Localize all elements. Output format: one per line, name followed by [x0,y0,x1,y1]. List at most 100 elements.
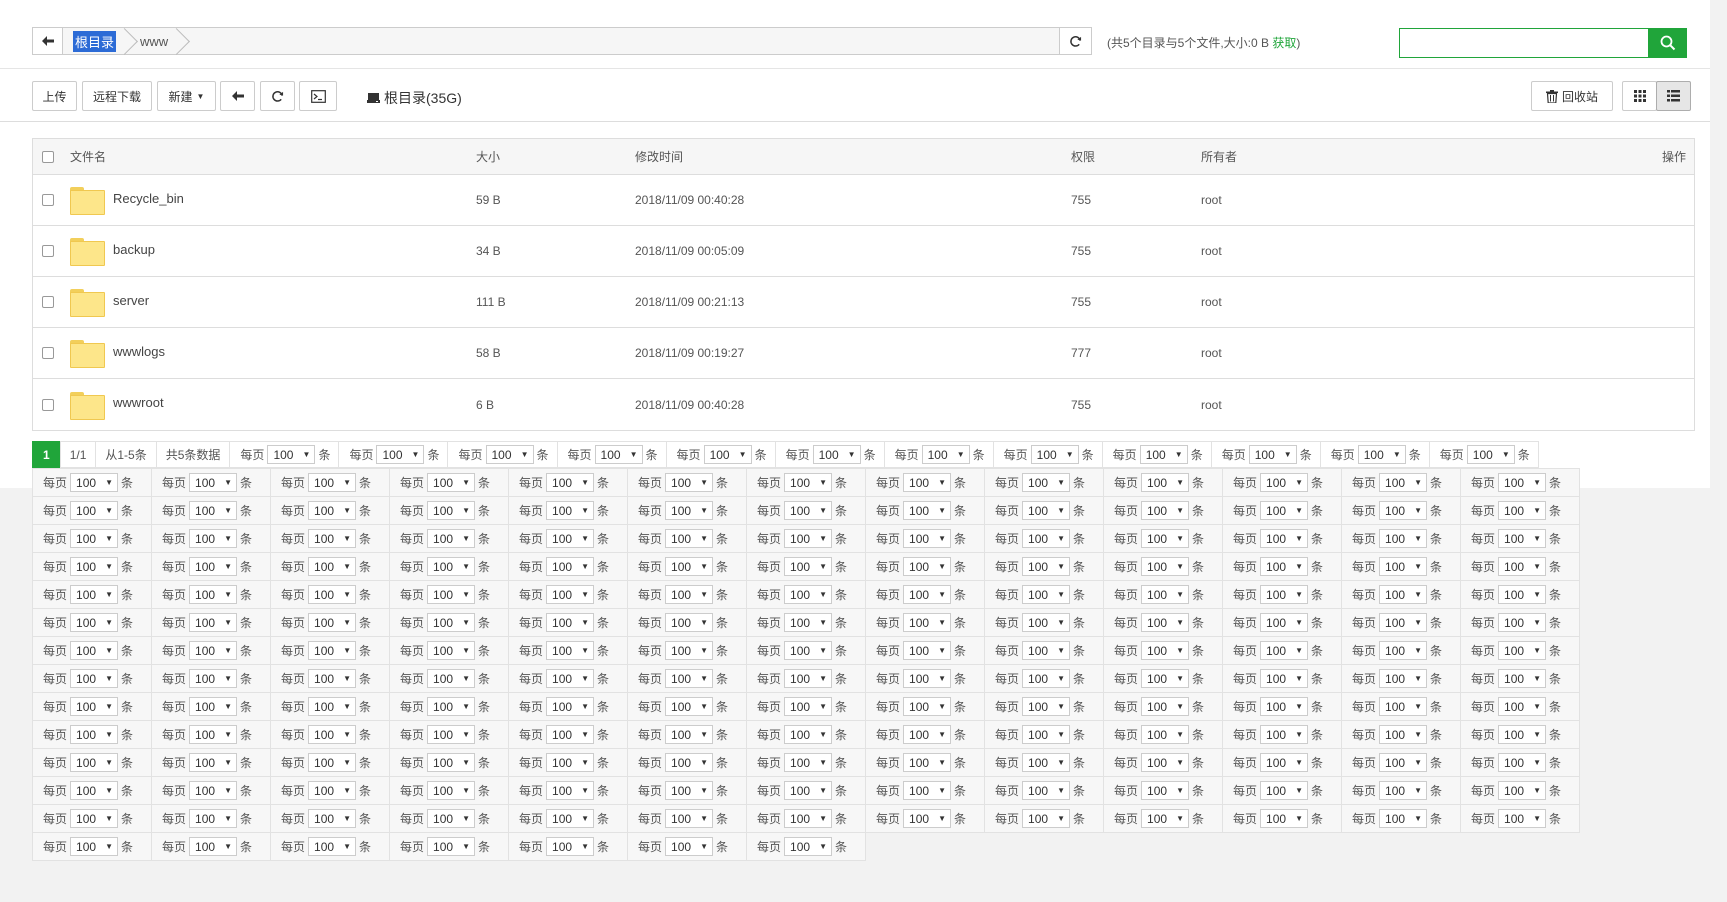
per-page-select[interactable]: 100 ▼ [1260,641,1309,660]
per-page-select[interactable]: 100 ▼ [546,613,595,632]
per-page-select[interactable]: 100 ▼ [1022,585,1071,604]
table-row[interactable]: server 111 B 2018/11/09 00:21:13 755 root [33,277,1694,328]
per-page-select[interactable]: 100 ▼ [903,557,952,576]
per-page-select[interactable]: 100 ▼ [189,585,238,604]
per-page-select[interactable]: 100 ▼ [1357,445,1406,464]
per-page-select[interactable]: 100 ▼ [485,445,534,464]
per-page-select[interactable]: 100 ▼ [903,473,952,492]
header-mtime[interactable]: 修改时间 [635,148,683,165]
new-button[interactable]: 新建 ▼ [157,81,216,111]
per-page-select[interactable]: 100 ▼ [70,501,119,520]
file-name[interactable]: server [113,293,149,308]
select-all-checkbox[interactable] [42,150,54,163]
per-page-select[interactable]: 100 ▼ [308,557,357,576]
per-page-select[interactable]: 100 ▼ [903,501,952,520]
file-perm[interactable]: 777 [1071,346,1091,360]
search-input[interactable] [1399,28,1649,58]
per-page-select[interactable]: 100 ▼ [784,641,833,660]
per-page-select[interactable]: 100 ▼ [70,585,119,604]
per-page-select[interactable]: 100 ▼ [308,473,357,492]
file-name-cell[interactable]: Recycle_bin [70,187,184,215]
per-page-select[interactable]: 100 ▼ [1498,473,1547,492]
per-page-select[interactable]: 100 ▼ [1022,669,1071,688]
per-page-select[interactable]: 100 ▼ [1139,445,1188,464]
per-page-select[interactable]: 100 ▼ [308,613,357,632]
per-page-select[interactable]: 100 ▼ [1498,669,1547,688]
per-page-select[interactable]: 100 ▼ [427,809,476,828]
per-page-select[interactable]: 100 ▼ [70,697,119,716]
per-page-select[interactable]: 100 ▼ [376,445,425,464]
per-page-select[interactable]: 100 ▼ [1022,473,1071,492]
per-page-select[interactable]: 100 ▼ [1379,557,1428,576]
per-page-select[interactable]: 100 ▼ [70,641,119,660]
per-page-select[interactable]: 100 ▼ [189,837,238,856]
per-page-select[interactable]: 100 ▼ [1141,781,1190,800]
per-page-select[interactable]: 100 ▼ [1260,529,1309,548]
per-page-select[interactable]: 100 ▼ [784,501,833,520]
file-name[interactable]: wwwlogs [113,344,165,359]
per-page-select[interactable]: 100 ▼ [665,809,714,828]
per-page-select[interactable]: 100 ▼ [427,529,476,548]
table-row[interactable]: wwwroot 6 B 2018/11/09 00:40:28 755 root [33,379,1694,430]
per-page-select[interactable]: 100 ▼ [1379,725,1428,744]
per-page-select[interactable]: 100 ▼ [903,585,952,604]
per-page-select[interactable]: 100 ▼ [308,809,357,828]
per-page-select[interactable]: 100 ▼ [903,529,952,548]
per-page-select[interactable]: 100 ▼ [546,669,595,688]
per-page-select[interactable]: 100 ▼ [1498,557,1547,576]
per-page-select[interactable]: 100 ▼ [546,529,595,548]
refresh-button[interactable] [260,81,295,111]
per-page-select[interactable]: 100 ▼ [189,501,238,520]
per-page-select[interactable]: 100 ▼ [427,669,476,688]
file-name-cell[interactable]: wwwlogs [70,340,165,368]
file-perm[interactable]: 755 [1071,295,1091,309]
per-page-select[interactable]: 100 ▼ [427,837,476,856]
table-row[interactable]: wwwlogs 58 B 2018/11/09 00:19:27 777 root [33,328,1694,379]
per-page-select[interactable]: 100 ▼ [546,641,595,660]
per-page-select[interactable]: 100 ▼ [1141,501,1190,520]
per-page-select[interactable]: 100 ▼ [546,781,595,800]
per-page-select[interactable]: 100 ▼ [1248,445,1297,464]
per-page-select[interactable]: 100 ▼ [189,557,238,576]
per-page-select[interactable]: 100 ▼ [1260,725,1309,744]
per-page-select[interactable]: 100 ▼ [784,557,833,576]
per-page-select[interactable]: 100 ▼ [308,529,357,548]
per-page-select[interactable]: 100 ▼ [427,501,476,520]
per-page-select[interactable]: 100 ▼ [665,781,714,800]
per-page-select[interactable]: 100 ▼ [1141,613,1190,632]
per-page-select[interactable]: 100 ▼ [1498,697,1547,716]
per-page-select[interactable]: 100 ▼ [189,809,238,828]
per-page-select[interactable]: 100 ▼ [665,613,714,632]
per-page-select[interactable]: 100 ▼ [546,585,595,604]
per-page-select[interactable]: 100 ▼ [1466,445,1515,464]
per-page-select[interactable]: 100 ▼ [427,641,476,660]
per-page-select[interactable]: 100 ▼ [1260,501,1309,520]
per-page-select[interactable]: 100 ▼ [546,473,595,492]
per-page-select[interactable]: 100 ▼ [427,613,476,632]
per-page-select[interactable]: 100 ▼ [1260,781,1309,800]
per-page-select[interactable]: 100 ▼ [784,473,833,492]
per-page-select[interactable]: 100 ▼ [1379,697,1428,716]
per-page-select[interactable]: 100 ▼ [665,697,714,716]
per-page-select[interactable]: 100 ▼ [1022,697,1071,716]
per-page-select[interactable]: 100 ▼ [665,725,714,744]
per-page-select[interactable]: 100 ▼ [665,473,714,492]
per-page-select[interactable]: 100 ▼ [1498,501,1547,520]
per-page-select[interactable]: 100 ▼ [546,501,595,520]
row-checkbox[interactable] [42,347,54,359]
per-page-select[interactable]: 100 ▼ [308,725,357,744]
per-page-select[interactable]: 100 ▼ [1379,613,1428,632]
per-page-select[interactable]: 100 ▼ [308,641,357,660]
per-page-select[interactable]: 100 ▼ [1022,725,1071,744]
per-page-select[interactable]: 100 ▼ [70,725,119,744]
per-page-select[interactable]: 100 ▼ [903,641,952,660]
per-page-select[interactable]: 100 ▼ [1260,557,1309,576]
get-size-link[interactable]: 获取 [1272,36,1296,50]
per-page-select[interactable]: 100 ▼ [427,473,476,492]
per-page-select[interactable]: 100 ▼ [1260,753,1309,772]
per-page-select[interactable]: 100 ▼ [546,809,595,828]
per-page-select[interactable]: 100 ▼ [189,529,238,548]
per-page-select[interactable]: 100 ▼ [921,445,970,464]
per-page-select[interactable]: 100 ▼ [427,557,476,576]
per-page-select[interactable]: 100 ▼ [1379,501,1428,520]
